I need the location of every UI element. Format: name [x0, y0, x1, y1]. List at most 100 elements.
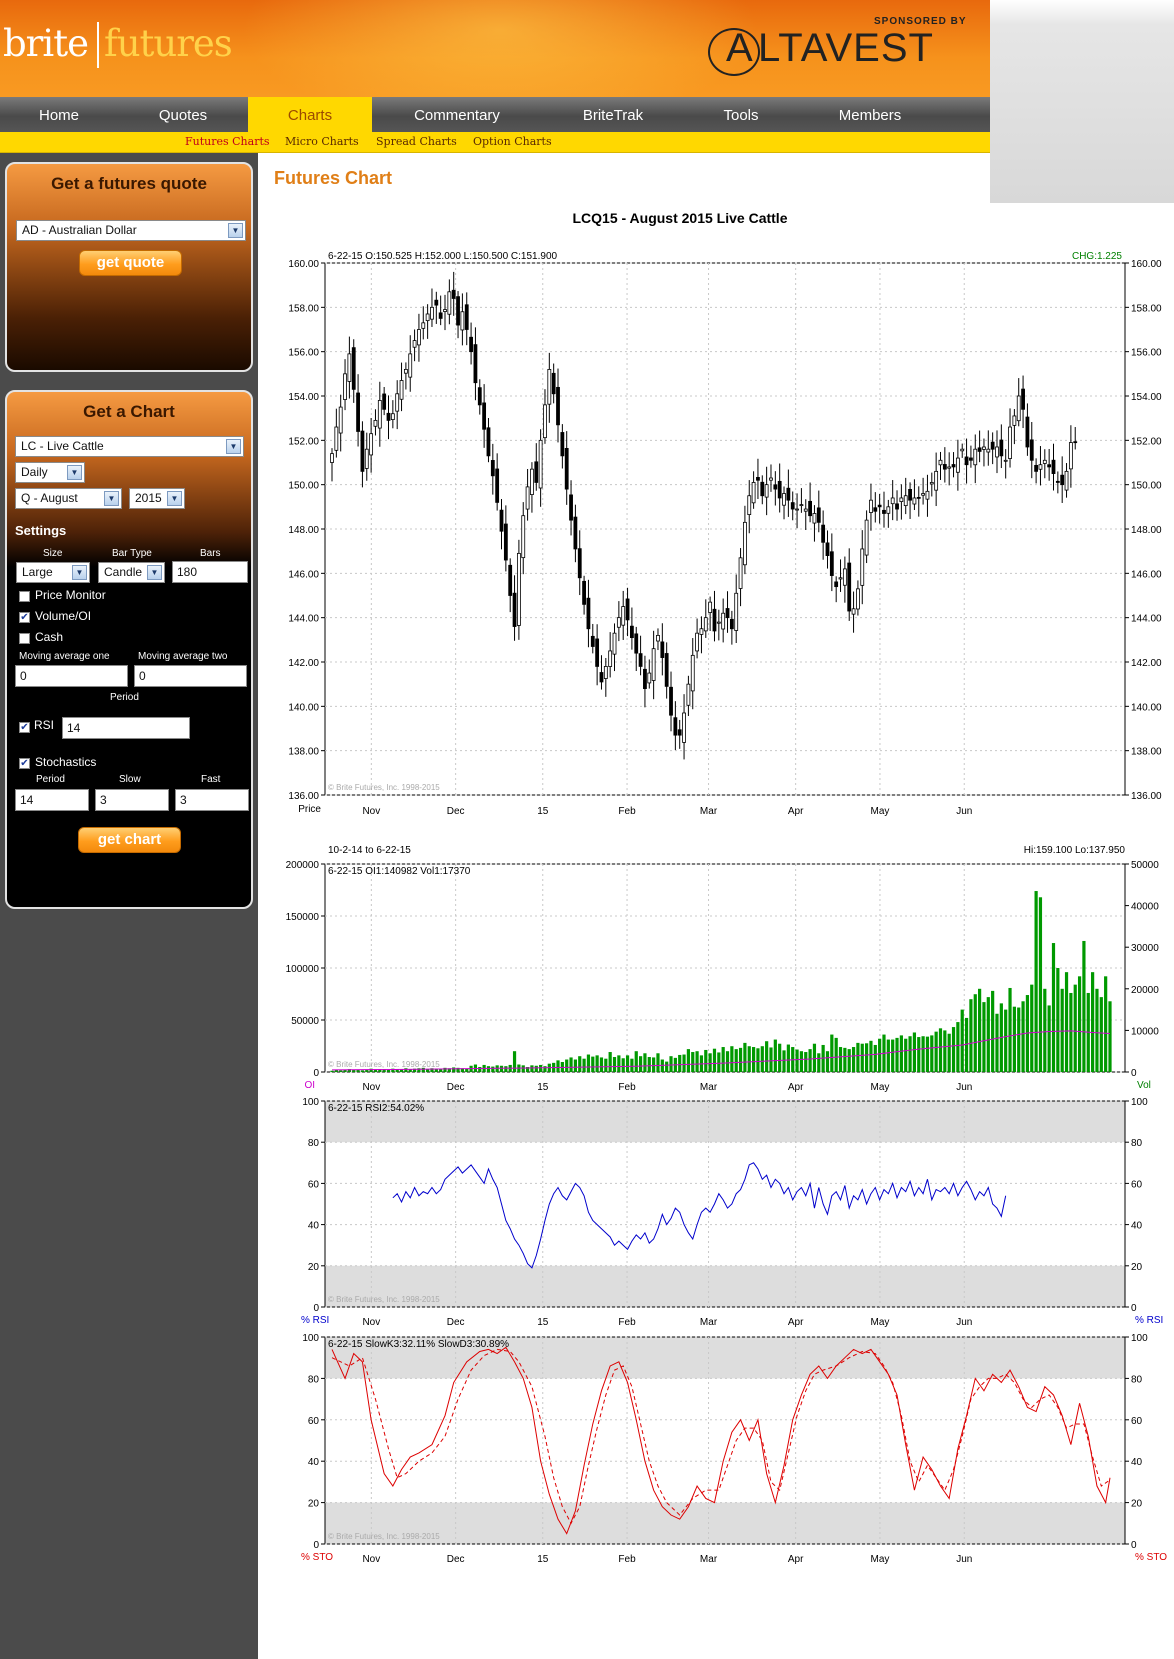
candle-up [686, 683, 691, 706]
candle-down [356, 392, 360, 432]
rsi-overbought-band [325, 1101, 1125, 1143]
nav-commentary[interactable]: Commentary [372, 97, 542, 132]
volume-bar [1091, 972, 1095, 1072]
vol-y-tick-label: 20000 [1131, 985, 1159, 996]
candle-up [734, 592, 739, 631]
volume-bar [1064, 972, 1069, 1072]
period-select[interactable]: Daily ▼ [15, 462, 85, 483]
bar-type-select[interactable]: Candle ▼ [98, 562, 165, 583]
year-select[interactable]: 2015 ▼ [129, 488, 185, 509]
candle-down [673, 717, 678, 736]
volume-bar [1008, 987, 1012, 1072]
volume-bar [643, 1053, 647, 1072]
subnav-spread-charts[interactable]: Spread Charts [376, 135, 457, 148]
get-quote-button[interactable]: get quote [79, 250, 182, 276]
stoch-watermark: © Brite Futures, Inc. 1998-2015 [328, 1532, 440, 1541]
stoch-slow-input[interactable]: 3 [95, 789, 169, 811]
rsi-y-tick-label-right: 0 [1131, 1303, 1137, 1314]
stochastics-checkbox[interactable]: ✔ [19, 758, 30, 769]
chevron-down-icon: ▼ [226, 439, 241, 454]
price-y-tick-label-left: 156.00 [288, 348, 319, 359]
chevron-down-icon: ▼ [167, 491, 182, 506]
candle-down [777, 480, 782, 499]
candle-down [760, 481, 765, 497]
candle-up [716, 621, 721, 624]
nav-charts[interactable]: Charts [248, 97, 372, 132]
volume-bar [591, 1056, 595, 1072]
price-y-tick-label-right: 152.00 [1131, 436, 1162, 447]
bar-type-label: Bar Type [112, 548, 152, 559]
stoch-period-input[interactable]: 14 [15, 789, 89, 811]
rsi-y-tick-label-left: 60 [308, 1179, 320, 1190]
nav-home[interactable]: Home [0, 97, 118, 132]
stoch-x-tick-label: May [870, 1554, 889, 1565]
price-x-tick-label: May [870, 806, 889, 817]
candle-down [816, 507, 821, 523]
commodity-select[interactable]: LC - Live Cattle ▼ [15, 436, 244, 457]
candle-up [986, 448, 991, 453]
candle-down [1073, 441, 1078, 444]
volume-bar [1004, 1009, 1008, 1072]
chart-panel: Get a Chart LC - Live Cattle ▼ Daily ▼ Q… [5, 390, 253, 909]
oi-y-tick-label: 50000 [291, 1016, 319, 1027]
stoch-fast-input[interactable]: 3 [175, 789, 249, 811]
ma1-input[interactable]: 0 [15, 665, 128, 687]
volume-bar [912, 1032, 917, 1072]
volume-info-left: 6-22-15 OI1:140982 Vol1:17370 [328, 866, 471, 877]
volume-bar [860, 1043, 864, 1072]
nav-quotes[interactable]: Quotes [118, 97, 248, 132]
size-value: Large [22, 565, 53, 579]
price-y-tick-label-right: 158.00 [1131, 303, 1162, 314]
candle-up [812, 513, 817, 524]
rsi-checkbox[interactable]: ✔ [19, 722, 30, 733]
volume-bar [751, 1047, 756, 1072]
get-chart-button[interactable]: get chart [78, 827, 181, 853]
volume-bar [625, 1055, 630, 1072]
ma2-input[interactable]: 0 [134, 665, 247, 687]
candle-down [895, 503, 899, 510]
quote-symbol-select[interactable]: AD - Australian Dollar ▼ [16, 220, 246, 241]
nav-members[interactable]: Members [798, 97, 942, 132]
stoch-x-tick-label: Apr [788, 1554, 804, 1565]
volume-oi-checkbox[interactable]: ✔ [19, 612, 30, 623]
subnav-micro-charts[interactable]: Micro Charts [285, 135, 359, 148]
nav-britetrak[interactable]: BriteTrak [542, 97, 684, 132]
price-info-left: 6-22-15 O:150.525 H:152.000 L:150.500 C:… [328, 251, 558, 262]
candle-up [364, 448, 369, 469]
subnav-option-charts[interactable]: Option Charts [473, 135, 552, 148]
candle-down [564, 448, 569, 490]
subnav-futures-charts[interactable]: Futures Charts [185, 135, 270, 148]
altavest-logo-text[interactable]: LTAVEST [758, 26, 934, 71]
logo-brite[interactable]: brite [3, 22, 89, 65]
price-y-tick-label-left: 138.00 [288, 747, 319, 758]
rsi-period-input[interactable]: 14 [62, 717, 190, 739]
quote-symbol-value: AD - Australian Dollar [22, 223, 137, 237]
candle-up [886, 506, 891, 514]
size-select[interactable]: Large ▼ [16, 562, 90, 583]
rsi-y-tick-label-right: 60 [1131, 1179, 1143, 1190]
volume-bar [934, 1031, 938, 1072]
candle-up [612, 632, 617, 655]
volume-bar [869, 1040, 873, 1072]
volume-bar [1069, 992, 1073, 1072]
candle-up [703, 617, 708, 632]
stoch-y-tick-label-left: 0 [313, 1540, 319, 1551]
candle-up [682, 712, 686, 743]
volume-bar [339, 1070, 343, 1072]
month-select[interactable]: Q - August ▼ [15, 488, 122, 509]
volume-bar [682, 1054, 686, 1072]
chevron-down-icon: ▼ [147, 565, 162, 580]
candle-up [425, 313, 430, 322]
logo-futures[interactable]: futures [104, 22, 233, 65]
bar-type-value: Candle [104, 565, 143, 579]
candle-up [369, 433, 374, 456]
nav-tools[interactable]: Tools [684, 97, 798, 132]
cash-checkbox[interactable] [19, 633, 30, 644]
candle-up [803, 508, 808, 512]
candle-up [647, 672, 652, 684]
bars-input[interactable]: 180 [172, 561, 248, 583]
candle-down [1051, 459, 1056, 474]
price-monitor-checkbox[interactable] [19, 591, 30, 602]
candle-down [495, 468, 500, 503]
vol-y-tick-label: 50000 [1131, 860, 1159, 871]
